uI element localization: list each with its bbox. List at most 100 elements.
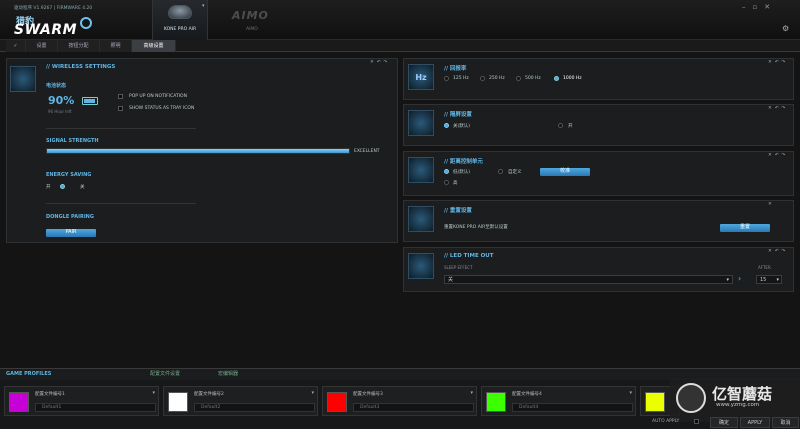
gear-icon[interactable]: ⚙ (782, 24, 789, 33)
polling-1000-radio[interactable] (554, 76, 559, 81)
reset-title: // 重置设置 (444, 208, 472, 214)
sleep-effect-select[interactable]: 关 ▾ (444, 275, 733, 284)
polling-500-radio[interactable] (516, 76, 521, 81)
mouse-icon (168, 5, 192, 19)
battery-percent: 90% (48, 94, 75, 107)
tab-advanced[interactable]: 高级设置 (132, 40, 176, 52)
profile-color-swatch (9, 392, 29, 412)
profile-default[interactable]: Default4 (512, 403, 633, 412)
popup-checkbox[interactable] (118, 94, 123, 99)
panel-tools-icons[interactable]: ✕↶↷ (768, 249, 788, 254)
cancel-button[interactable]: 取消 (772, 417, 799, 428)
chevron-down-icon: ▾ (726, 277, 729, 283)
timer-icon (408, 253, 434, 279)
tab-check[interactable]: ✓ (6, 40, 26, 52)
panel-tools-icons[interactable]: ✕ (768, 202, 775, 207)
panel-tools-icons[interactable]: ✕↶↷ (768, 153, 788, 158)
profile-color-swatch (486, 392, 506, 412)
profile-slot-2[interactable]: 配置文件编号2 ▾ Default2 (163, 386, 318, 416)
chevron-down-icon[interactable]: ▾ (311, 390, 314, 396)
pair-button[interactable]: PAIR (46, 229, 96, 237)
sensor-off-label: 关(默认) (453, 124, 471, 129)
popup-label: POP UP ON NOTIFICATION (129, 94, 187, 99)
hz-icon: Hz (408, 64, 434, 90)
energy-title: ENERGY SAVING (46, 172, 92, 178)
profile-default[interactable]: Default3 (353, 403, 474, 412)
battery-icon (82, 97, 98, 105)
profile-name: 配置文件编号4 (512, 392, 542, 397)
profile-slot-1[interactable]: 配置文件编号1 ▾ Default1 (4, 386, 159, 416)
energy-off-label: 关 (80, 185, 85, 190)
panel-tools-icons[interactable]: ✕↶↷ (768, 106, 788, 111)
device-tab-aimo[interactable]: AIMO (232, 9, 269, 22)
polling-1000-label: 1000 Hz (563, 76, 582, 81)
tab-profile-settings[interactable]: 配置文件设置 (150, 368, 180, 380)
device-name: KONE PRO AIR (163, 27, 197, 32)
battery-hours: 96 Hour left (48, 109, 72, 114)
chevron-down-icon: ▾ (776, 277, 779, 283)
brand-logo: SWARM (14, 22, 78, 38)
lod-low-radio[interactable] (444, 169, 449, 174)
window-buttons[interactable]: –▫✕ (742, 3, 777, 11)
profile-name: 配置文件编号3 (353, 392, 383, 397)
polling-250-radio[interactable] (480, 76, 485, 81)
profile-name: 配置文件编号2 (194, 392, 224, 397)
polling-500-label: 500 Hz (525, 76, 541, 81)
auto-apply-label: AUTO APPLY (652, 419, 680, 424)
dongle-title: DONGLE PAIRING (46, 214, 94, 220)
lod-high-label: 高 (453, 181, 458, 186)
polling-250-label: 250 Hz (489, 76, 505, 81)
mushroom-logo-icon (676, 383, 706, 413)
reset-button[interactable]: 重置 (720, 224, 770, 232)
tab-lighting[interactable]: 照明 (100, 40, 132, 52)
device-dropdown-icon[interactable]: ▾ (202, 3, 205, 9)
sensor-on-label: 开 (568, 124, 573, 129)
watermark-cn: 亿智蘑菇 (712, 385, 773, 403)
polling-title: // 回报率 (444, 66, 467, 72)
chevron-down-icon[interactable]: ▾ (470, 390, 473, 396)
sleep-effect-value: 关 (448, 277, 454, 283)
sleep-effect-label: SLEEP EFFECT (444, 265, 473, 270)
profile-slot-3[interactable]: 配置文件编号3 ▾ Default3 (322, 386, 477, 416)
profile-name: 配置文件编号1 (35, 392, 65, 397)
tab-button-assign[interactable]: 按钮分配 (58, 40, 100, 52)
confirm-button[interactable]: 确定 (710, 417, 738, 428)
after-label: AFTER (758, 265, 771, 270)
lod-high-radio[interactable] (444, 180, 449, 185)
apply-button[interactable]: APPLY (740, 417, 770, 428)
led-title: // LED TIME OUT (444, 253, 494, 259)
signal-bar (46, 148, 350, 154)
lod-icon (408, 157, 434, 183)
panel-tools-icons[interactable]: ✕↶↷ (370, 60, 390, 65)
signal-title: SIGNAL STRENGTH (46, 138, 99, 144)
sensor-on-radio[interactable] (558, 123, 563, 128)
auto-apply-checkbox[interactable] (694, 419, 699, 424)
profile-default[interactable]: Default2 (194, 403, 315, 412)
tray-checkbox[interactable] (118, 106, 123, 111)
tab-settings[interactable]: 设置 (26, 40, 58, 52)
brand-swirl-icon (80, 17, 92, 29)
sensor-off-radio[interactable] (444, 123, 449, 128)
panel-tools-icons[interactable]: ✕↶↷ (768, 60, 788, 65)
polling-125-radio[interactable] (444, 76, 449, 81)
after-value: 15 (760, 277, 767, 283)
profile-slot-4[interactable]: 配置文件编号4 ▾ Default4 (481, 386, 636, 416)
profile-color-swatch (645, 392, 665, 412)
signal-value: EXCELLENT (354, 149, 380, 154)
wireless-icon (10, 66, 36, 92)
calibrate-button[interactable]: 校准 (540, 168, 590, 176)
after-select[interactable]: 15 ▾ (756, 275, 782, 284)
chevron-down-icon[interactable]: ▾ (152, 390, 155, 396)
lod-custom-label: 自定义 (508, 170, 522, 175)
reset-icon (408, 206, 434, 232)
tab-game-profiles[interactable]: GAME PROFILES (6, 368, 51, 380)
watermark-url: www.yzmg.com (716, 402, 760, 408)
chevron-down-icon[interactable]: ▾ (629, 390, 632, 396)
lod-title: // 距离控制单元 (444, 159, 483, 165)
lod-custom-radio[interactable] (498, 169, 503, 174)
energy-on-radio[interactable] (60, 184, 65, 189)
profile-default[interactable]: Default1 (35, 403, 156, 412)
lod-low-label: 低(默认) (453, 170, 471, 175)
energy-on-label: 开 (46, 185, 51, 190)
tab-macro-editor[interactable]: 宏编辑器 (218, 368, 238, 380)
